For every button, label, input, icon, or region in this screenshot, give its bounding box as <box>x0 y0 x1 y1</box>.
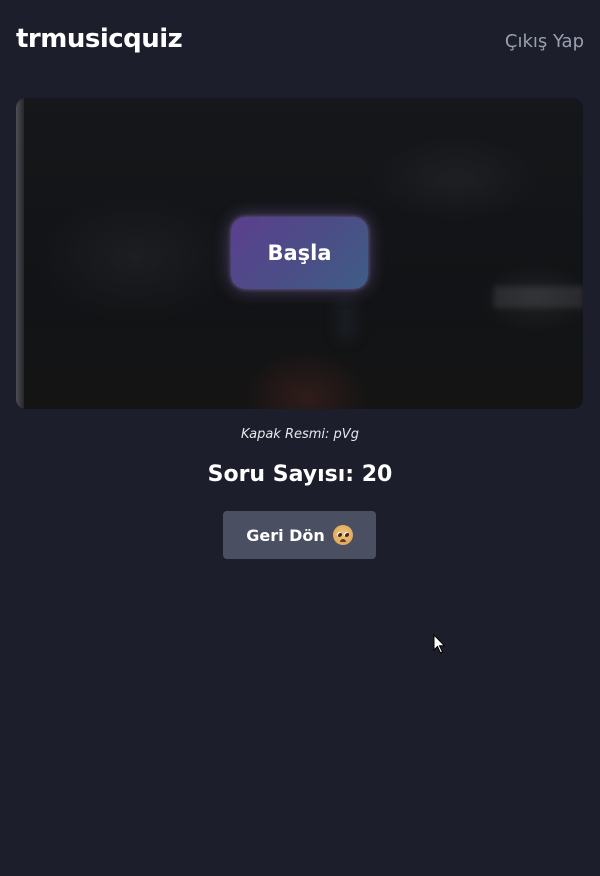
back-button-label: Geri Dön <box>246 525 325 545</box>
back-button[interactable]: Geri Dön <box>223 511 376 559</box>
cover-image-caption: Kapak Resmi: pVg <box>241 427 359 442</box>
cover-image-edge <box>16 98 24 409</box>
logout-link[interactable]: Çıkış Yap <box>505 31 584 52</box>
quiz-start-page: trmusicquiz Çıkış Yap Başla Kapak Resmi:… <box>0 0 600 876</box>
cover-image-detail <box>336 300 356 340</box>
start-button[interactable]: Başla <box>231 217 368 289</box>
pleading-face-icon <box>332 525 353 545</box>
cover-image-detail <box>494 286 583 308</box>
question-count: Soru Sayısı: 20 <box>207 462 393 487</box>
brand-logo[interactable]: trmusicquiz <box>16 24 183 54</box>
cover-image: Başla <box>16 98 583 409</box>
top-navbar: trmusicquiz Çıkış Yap <box>0 0 600 84</box>
mouse-cursor-icon <box>433 634 446 654</box>
